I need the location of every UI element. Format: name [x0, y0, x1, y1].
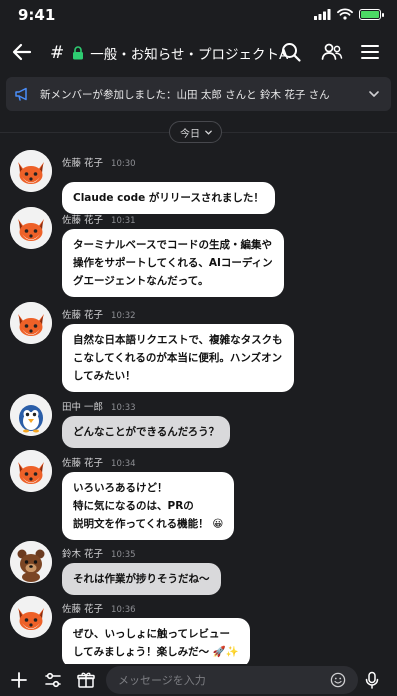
message-text: してみましょう！楽しみだ〜 🚀✨ [73, 646, 239, 658]
message-text: 自然な日本語リクエストで、複雑なタスクも [73, 334, 283, 346]
menu-icon[interactable] [358, 40, 382, 64]
sender-name: 佐藤 花子 [62, 310, 104, 321]
message-bubble[interactable]: 自然な日本語リクエストで、複雑なタスクも こなしてくれるのが本当に便利。ハンズオ… [62, 324, 294, 392]
message-text: 特に気になるのは、PRの [73, 500, 194, 512]
message-text: 操作をサポートしてくれる、AIコーディン [73, 257, 273, 269]
announcement-text: 新メンバーが参加しました：山田 太郎 さんと 鈴木 花子 さん [40, 89, 330, 101]
sender-name: 佐藤 花子 [62, 458, 104, 469]
channel-name: 一般・お知らせ・プロジェクトA [90, 47, 289, 63]
message-meta: 佐藤 花子 10:30 [62, 155, 136, 169]
message-bubble[interactable]: ぜひ、いっしょに触ってレビュー してみましょう！楽しみだ〜 🚀✨ [62, 618, 250, 668]
channel-title[interactable]: # 一般・お知らせ・プロジェクトA [50, 43, 288, 63]
fox-avatar[interactable] [10, 596, 52, 638]
sender-name: 佐藤 花子 [62, 158, 104, 169]
channel-header: # 一般・お知らせ・プロジェクトA [0, 32, 397, 74]
message-time: 10:34 [111, 459, 136, 469]
status-bar: 9:41 [0, 0, 397, 32]
message-composer [0, 664, 397, 696]
message-text: 説明文を作ってくれる機能！ 😀 [73, 518, 224, 530]
lock-icon [73, 46, 84, 60]
message-text: それは作業が捗りそうだね〜 [73, 573, 210, 585]
message-input[interactable] [106, 666, 358, 694]
message-text: こなしてくれるのが本当に便利。ハンズオン [73, 352, 283, 364]
emoji-icon[interactable] [330, 672, 346, 688]
message-meta: 田中 一郎 10:33 [62, 399, 136, 413]
bear-avatar[interactable] [10, 541, 52, 583]
message-meta: 鈴木 花子 10:35 [62, 546, 136, 560]
message-time: 10:33 [111, 403, 136, 413]
battery-icon [359, 8, 384, 20]
sliders-icon[interactable] [43, 670, 63, 690]
fox-avatar[interactable] [10, 450, 52, 492]
message-bubble[interactable]: どんなことができるんだろう？ [62, 416, 231, 448]
search-icon[interactable] [279, 40, 303, 64]
message-bubble[interactable]: いろいろあるけど！ 特に気になるのは、PRの 説明文を作ってくれる機能！ 😀 [62, 472, 235, 540]
wifi-icon [337, 8, 353, 20]
message-text: Claude code がリリースされました！ [73, 192, 264, 204]
message-time: 10:35 [111, 550, 136, 560]
message-bubble[interactable]: Claude code がリリースされました！ [62, 182, 275, 214]
message-time: 10:31 [111, 216, 136, 226]
message-text: いろいろあるけど！ [73, 482, 168, 494]
message-text: どんなことができるんだろう？ [73, 426, 220, 438]
gift-icon[interactable] [76, 670, 96, 690]
message-text: してみたい！ [73, 370, 136, 382]
fox-avatar[interactable] [10, 302, 52, 344]
hash-icon: # [50, 43, 65, 63]
message-meta: 佐藤 花子 10:34 [62, 455, 136, 469]
plus-icon[interactable] [9, 670, 29, 690]
fox-avatar[interactable] [10, 150, 52, 192]
message-text: ターミナルベースでコードの生成・編集や [73, 239, 272, 251]
date-divider[interactable]: 今日 [169, 121, 222, 143]
message-time: 10:36 [111, 605, 136, 615]
chevron-down-icon [205, 130, 212, 135]
announcement-banner[interactable]: 新メンバーが参加しました：山田 太郎 さんと 鈴木 花子 さん [6, 77, 391, 111]
message-time: 10:30 [111, 159, 136, 169]
sender-name: 鈴木 花子 [62, 549, 104, 560]
status-icons [314, 8, 384, 20]
status-time: 9:41 [18, 6, 56, 24]
sender-name: 田中 一郎 [62, 402, 104, 413]
message-text: ぜひ、いっしょに触ってレビュー [73, 628, 230, 640]
message-text: グエージェントなんだって。 [73, 275, 209, 287]
message-meta: 佐藤 花子 10:31 [62, 212, 136, 226]
message-bubble[interactable]: それは作業が捗りそうだね〜 [62, 563, 221, 595]
microphone-icon[interactable] [362, 670, 382, 690]
message-meta: 佐藤 花子 10:32 [62, 307, 136, 321]
chevron-down-icon[interactable] [367, 87, 381, 101]
fox-avatar[interactable] [10, 207, 52, 249]
sender-name: 佐藤 花子 [62, 604, 104, 615]
members-icon[interactable] [320, 40, 344, 64]
signal-icon [314, 8, 331, 20]
megaphone-icon [15, 87, 27, 101]
date-label: 今日 [180, 128, 200, 140]
penguin-avatar[interactable] [10, 394, 52, 436]
message-bubble[interactable]: ターミナルベースでコードの生成・編集や 操作をサポートしてくれる、AIコーディン… [62, 229, 284, 297]
back-arrow-icon[interactable] [10, 40, 34, 64]
message-meta: 佐藤 花子 10:36 [62, 601, 136, 615]
sender-name: 佐藤 花子 [62, 215, 104, 226]
message-time: 10:32 [111, 311, 136, 321]
